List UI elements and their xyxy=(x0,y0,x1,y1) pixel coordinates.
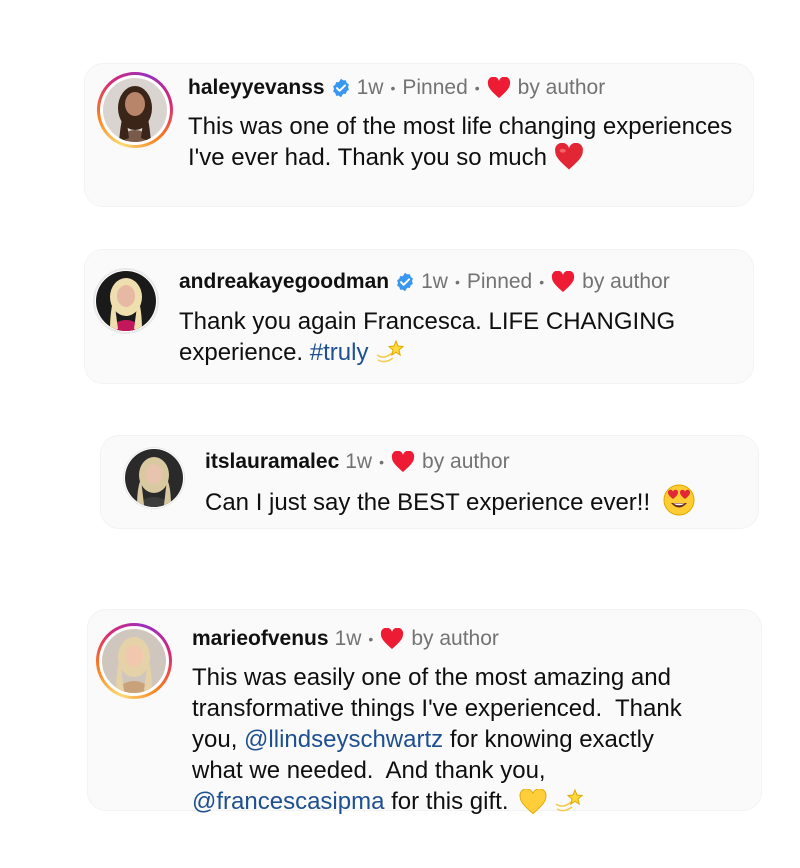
red-heart-icon xyxy=(554,142,584,179)
liked-by-author-label: by author xyxy=(422,450,510,473)
comment-text: Thank you again Francesca. LIFE CHANGING… xyxy=(179,306,739,374)
comment-text-line: This was easily one of the most amazing … xyxy=(192,664,671,691)
comment-text-content: for this gift. xyxy=(391,788,509,815)
comment-time: 1w xyxy=(345,450,373,473)
comment-card: haleyyevanss 1w • Pinned • by author Thi… xyxy=(85,64,753,206)
avatar[interactable] xyxy=(96,623,172,699)
comment-text-content: for knowing exactly xyxy=(449,726,654,753)
username[interactable]: haleyyevanss xyxy=(188,76,325,100)
comment-text-line: what we needed. And thank you, xyxy=(192,757,546,784)
comment-text: This was easily one of the most amazing … xyxy=(192,662,757,823)
comment-text-content: experience. xyxy=(179,339,304,366)
heart-icon xyxy=(551,271,575,293)
username[interactable]: andreakayegoodman xyxy=(179,270,389,294)
separator-dot: • xyxy=(390,80,396,96)
dizzy-star-icon xyxy=(554,787,584,823)
username[interactable]: itslauramalec xyxy=(205,450,339,474)
verified-badge-icon xyxy=(395,272,415,292)
liked-by-author-label: by author xyxy=(582,270,670,293)
comment-text-content: you, xyxy=(192,726,238,753)
comment-text-line: transformative things I've experienced. … xyxy=(192,695,682,722)
comment-text: This was one of the most life changing e… xyxy=(188,111,738,179)
pinned-label: Pinned xyxy=(402,76,468,99)
separator-dot: • xyxy=(368,631,374,647)
comment-meta: andreakayegoodman 1w • Pinned • by autho… xyxy=(179,270,670,294)
avatar[interactable] xyxy=(97,72,173,148)
comment-text-content: Can I just say the BEST experience ever!… xyxy=(205,489,651,516)
liked-by-author-label: by author xyxy=(411,627,499,650)
comment-meta: itslauramalec 1w • by author xyxy=(205,450,510,474)
avatar[interactable] xyxy=(93,268,159,334)
heart-eyes-face-icon xyxy=(663,484,695,524)
comment-text-line: @francescasipma for this gift. xyxy=(192,786,757,823)
comment-card: andreakayegoodman 1w • Pinned • by autho… xyxy=(85,250,753,383)
yellow-heart-icon xyxy=(519,788,547,823)
comment-text-line: you, @llindseyschwartz for knowing exact… xyxy=(192,724,757,755)
dizzy-star-icon xyxy=(375,338,405,374)
comment-text-line: experience. #truly xyxy=(179,337,739,374)
comment-text-line: Thank you again Francesca. LIFE CHANGING xyxy=(179,308,676,335)
pinned-label: Pinned xyxy=(466,270,533,293)
comment-card: itslauramalec 1w • by author Can I just … xyxy=(101,436,758,528)
heart-icon xyxy=(391,451,415,473)
mention-link[interactable]: @llindseyschwartz xyxy=(244,726,443,753)
avatar[interactable] xyxy=(123,447,185,509)
comment-time: 1w xyxy=(356,76,384,99)
heart-icon xyxy=(487,77,511,99)
liked-by-author-label: by author xyxy=(517,76,606,99)
username[interactable]: marieofvenus xyxy=(192,627,329,651)
comment-text-content: This was one of the most life changing e… xyxy=(188,113,733,171)
separator-dot: • xyxy=(454,274,460,290)
comment-text: Can I just say the BEST experience ever!… xyxy=(205,484,750,524)
mention-link[interactable]: @francescasipma xyxy=(192,788,384,815)
comment-meta: marieofvenus 1w • by author xyxy=(192,627,499,651)
heart-icon xyxy=(380,628,404,650)
hashtag-link[interactable]: #truly xyxy=(310,339,369,366)
separator-dot: • xyxy=(539,274,545,290)
verified-badge-icon xyxy=(331,78,351,98)
comment-meta: haleyyevanss 1w • Pinned • by author xyxy=(188,76,605,100)
separator-dot: • xyxy=(474,80,480,96)
separator-dot: • xyxy=(379,454,385,470)
comment-time: 1w xyxy=(334,627,362,650)
comment-time: 1w xyxy=(421,270,448,293)
comment-card: marieofvenus 1w • by author This was eas… xyxy=(88,610,761,815)
